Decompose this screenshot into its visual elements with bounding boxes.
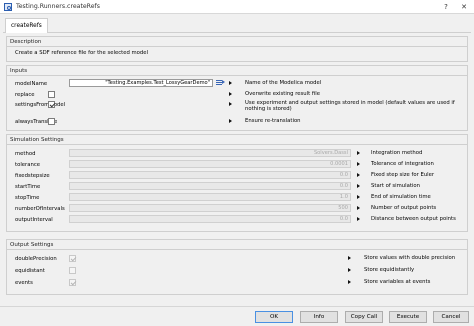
replace-desc: Overwrite existing result file bbox=[245, 91, 320, 97]
tolerance-desc: Tolerance of integration bbox=[371, 161, 434, 167]
sim-row-outputinterval: outputInterval 0.0 Distance between outp… bbox=[7, 215, 467, 224]
numberofintervals-label: numberOfIntervals bbox=[15, 206, 65, 212]
modelname-desc: Name of the Modelica model bbox=[245, 80, 322, 86]
fixedstepsize-label: fixedstepsize bbox=[15, 173, 50, 179]
numberofintervals-arrow-icon[interactable] bbox=[357, 206, 360, 210]
sim-row-starttime: startTime 0.0 Start of simulation bbox=[7, 182, 467, 191]
simulation-section: Simulation Settings method Solvers.Dassl… bbox=[6, 134, 468, 232]
settingsfrommodel-checkbox[interactable] bbox=[48, 101, 55, 108]
method-arrow-icon[interactable] bbox=[357, 151, 360, 155]
equidistant-checkbox[interactable] bbox=[69, 267, 76, 274]
stoptime-input[interactable]: 1.0 bbox=[69, 193, 351, 201]
events-desc: Store variables at events bbox=[364, 279, 431, 285]
button-bar: OK Info Copy Call Execute Cancel bbox=[0, 306, 474, 326]
help-icon[interactable]: ? bbox=[438, 1, 454, 13]
input-row-settingsfrommodel: settingsFromModel Use experiment and out… bbox=[7, 100, 467, 112]
modelname-arrow-icon[interactable] bbox=[229, 81, 232, 85]
outputinterval-label: outputInterval bbox=[15, 217, 53, 223]
copy-call-button[interactable]: Copy Call bbox=[345, 311, 383, 323]
stoptime-label: stopTime bbox=[15, 195, 40, 201]
sim-row-numberofintervals: numberOfIntervals 500 Number of output p… bbox=[7, 204, 467, 213]
modelname-label: modelName bbox=[15, 81, 48, 87]
doubleprecision-arrow-icon[interactable] bbox=[348, 256, 351, 260]
sim-row-method: method Solvers.Dassl Integration method bbox=[7, 149, 467, 158]
tab-strip: createRefs bbox=[3, 15, 471, 33]
modelname-input[interactable]: "Testing.Examples.Test_LossyGearDemo" bbox=[69, 79, 213, 87]
input-row-modelname: modelName "Testing.Examples.Test_LossyGe… bbox=[7, 79, 467, 88]
tolerance-input[interactable]: 0.0001 bbox=[69, 160, 351, 168]
settingsfrommodel-arrow-icon[interactable] bbox=[229, 102, 232, 106]
browse-icon[interactable] bbox=[216, 79, 225, 87]
fixedstepsize-desc: Fixed step size for Euler bbox=[371, 172, 435, 178]
output-section: Output Settings doublePrecision Store va… bbox=[6, 239, 468, 295]
tolerance-label: tolerance bbox=[15, 162, 40, 168]
replace-label: replace bbox=[15, 92, 35, 98]
alwaystranslate-checkbox[interactable] bbox=[48, 118, 55, 125]
starttime-input[interactable]: 0.0 bbox=[69, 182, 351, 190]
sim-row-tolerance: tolerance 0.0001 Tolerance of integratio… bbox=[7, 160, 467, 169]
starttime-label: startTime bbox=[15, 184, 41, 190]
method-desc: Integration method bbox=[371, 150, 423, 156]
sim-row-fixedstepsize: fixedstepsize 0.0 Fixed step size for Eu… bbox=[7, 171, 467, 180]
info-button[interactable]: Info bbox=[300, 311, 338, 323]
title-bar: Testing.Runners.createRefs ? ✕ bbox=[0, 0, 474, 14]
events-label: events bbox=[15, 280, 33, 286]
cancel-button[interactable]: Cancel bbox=[433, 311, 469, 323]
ok-button[interactable]: OK bbox=[255, 311, 293, 323]
equidistant-arrow-icon[interactable] bbox=[348, 268, 351, 272]
sim-row-stoptime: stopTime 1.0 End of simulation time bbox=[7, 193, 467, 202]
alwaystranslate-desc: Ensure re-translation bbox=[245, 118, 301, 124]
settingsfrommodel-desc: Use experiment and output settings store… bbox=[245, 100, 455, 113]
starttime-desc: Start of simulation bbox=[371, 183, 421, 189]
stoptime-desc: End of simulation time bbox=[371, 194, 431, 200]
doubleprecision-checkbox[interactable] bbox=[69, 255, 76, 262]
numberofintervals-input[interactable]: 500 bbox=[69, 204, 351, 212]
fixedstepsize-input[interactable]: 0.0 bbox=[69, 171, 351, 179]
outputinterval-arrow-icon[interactable] bbox=[357, 217, 360, 221]
output-row-events: events Store variables at events bbox=[7, 278, 467, 287]
output-row-doubleprecision: doublePrecision Store values with double… bbox=[7, 254, 467, 263]
tolerance-arrow-icon[interactable] bbox=[357, 162, 360, 166]
description-section: Description Create a SDF reference file … bbox=[6, 36, 468, 62]
window-title: Testing.Runners.createRefs bbox=[16, 3, 100, 10]
close-icon[interactable]: ✕ bbox=[456, 1, 472, 13]
fixedstepsize-arrow-icon[interactable] bbox=[357, 173, 360, 177]
settingsfrommodel-label: settingsFromModel bbox=[15, 102, 66, 108]
simulation-header: Simulation Settings bbox=[7, 135, 467, 145]
outputinterval-desc: Distance between output points bbox=[371, 216, 456, 222]
method-input[interactable]: Solvers.Dassl bbox=[69, 149, 351, 157]
stoptime-arrow-icon[interactable] bbox=[357, 195, 360, 199]
description-header: Description bbox=[7, 37, 467, 47]
numberofintervals-desc: Number of output points bbox=[371, 205, 437, 211]
output-row-equidistant: equidistant Store equidistantly bbox=[7, 266, 467, 275]
input-row-alwaystranslate: alwaysTranslate Ensure re-translation bbox=[7, 117, 467, 126]
output-header: Output Settings bbox=[7, 240, 467, 250]
events-checkbox[interactable] bbox=[69, 279, 76, 286]
outputinterval-input[interactable]: 0.0 bbox=[69, 215, 351, 223]
execute-button[interactable]: Execute bbox=[389, 311, 427, 323]
tab-createrefs[interactable]: createRefs bbox=[5, 18, 48, 33]
doubleprecision-label: doublePrecision bbox=[15, 256, 57, 262]
alwaystranslate-arrow-icon[interactable] bbox=[229, 119, 232, 123]
equidistant-label: equidistant bbox=[15, 268, 45, 274]
equidistant-desc: Store equidistantly bbox=[364, 267, 415, 273]
input-row-replace: replace Overwrite existing result file bbox=[7, 90, 467, 99]
replace-arrow-icon[interactable] bbox=[229, 92, 232, 96]
app-icon bbox=[4, 3, 12, 11]
events-arrow-icon[interactable] bbox=[348, 280, 351, 284]
inputs-section: Inputs modelName "Testing.Examples.Test_… bbox=[6, 65, 468, 131]
description-text: Create a SDF reference file for the sele… bbox=[15, 50, 148, 56]
inputs-header: Inputs bbox=[7, 66, 467, 76]
doubleprecision-desc: Store values with double precision bbox=[364, 255, 456, 261]
method-label: method bbox=[15, 151, 36, 157]
replace-checkbox[interactable] bbox=[48, 91, 55, 98]
starttime-arrow-icon[interactable] bbox=[357, 184, 360, 188]
